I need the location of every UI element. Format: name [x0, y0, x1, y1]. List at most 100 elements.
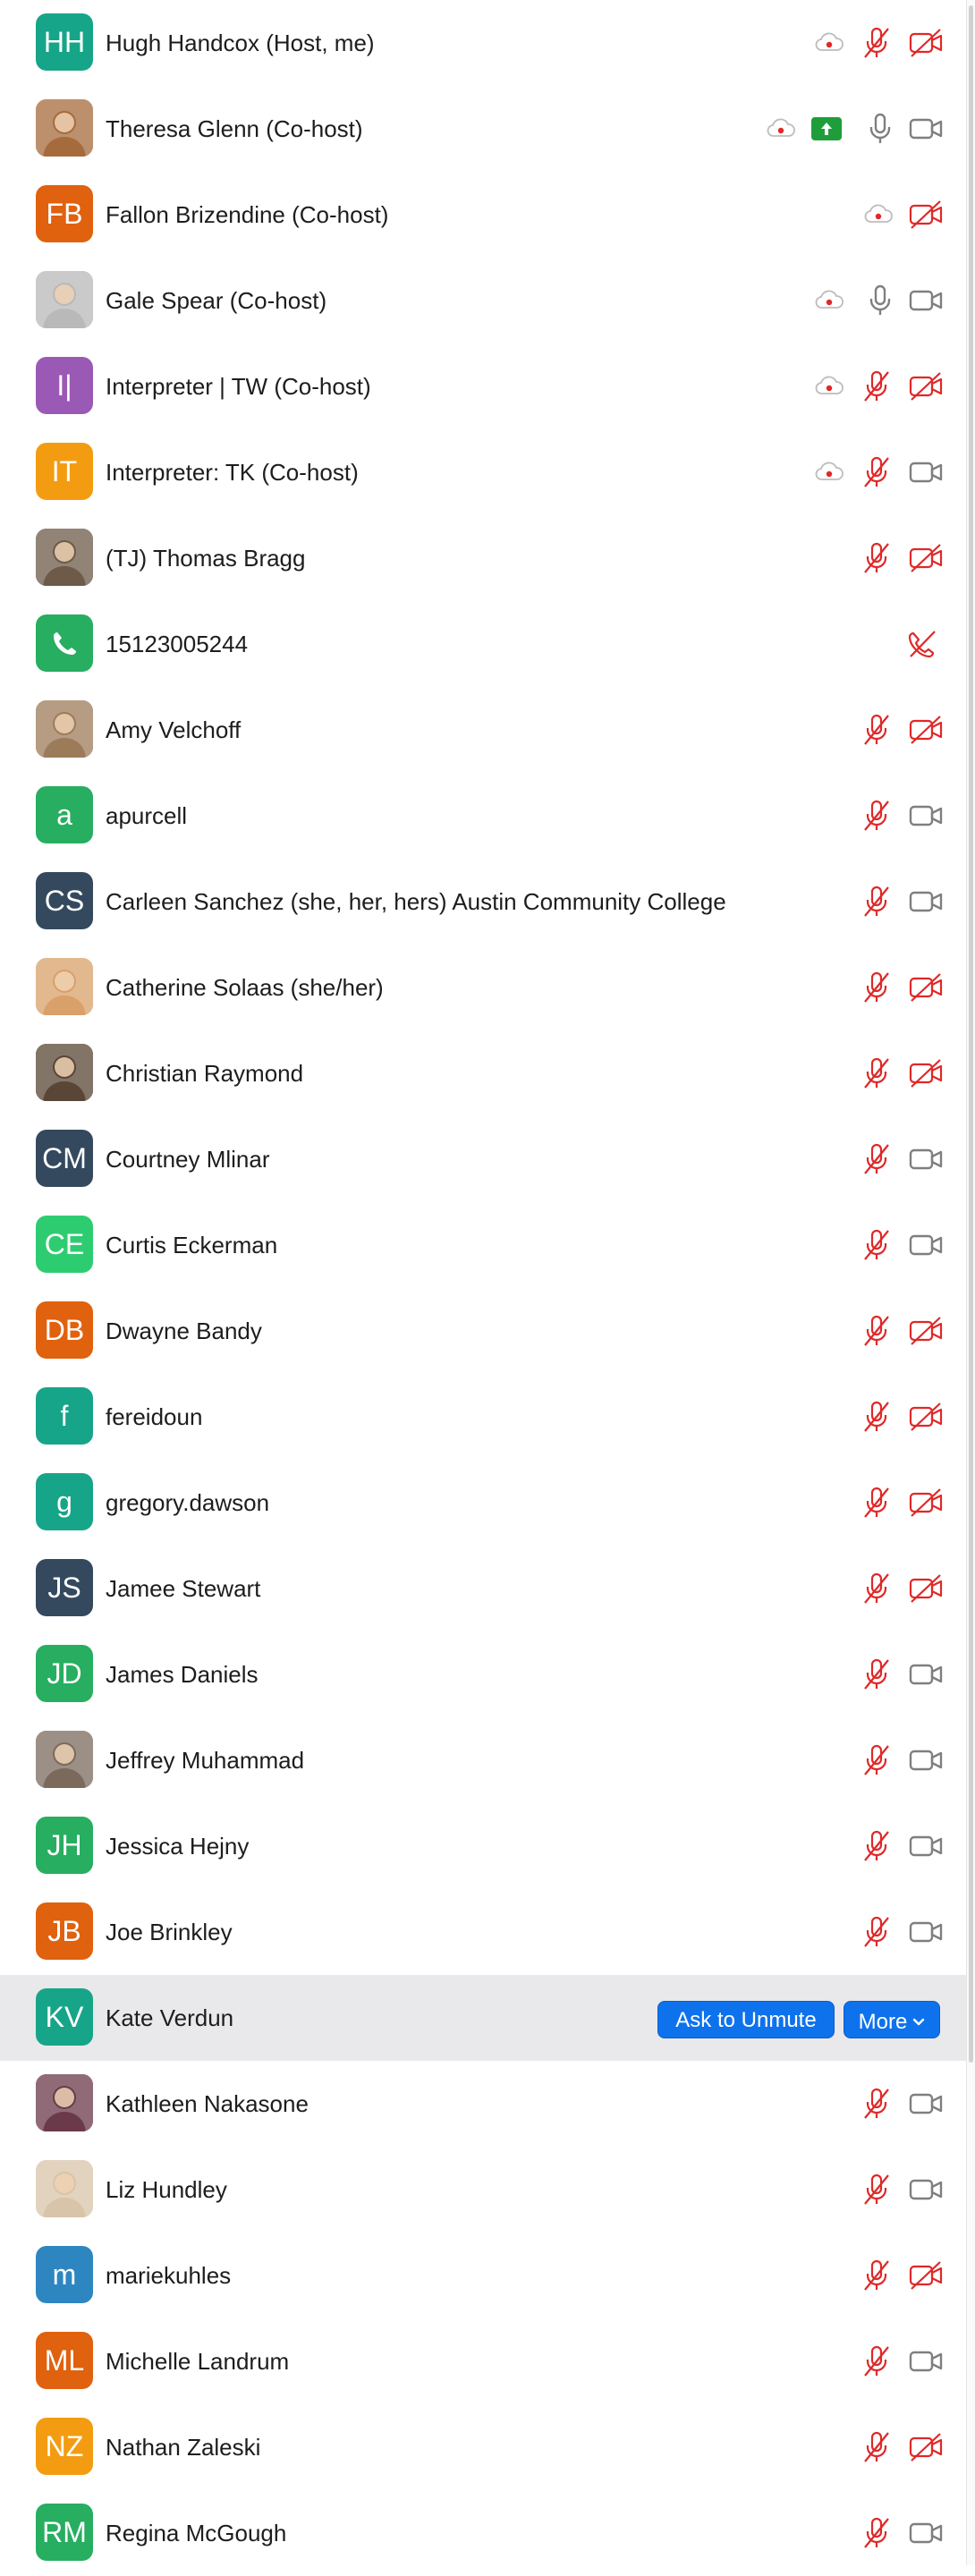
- participant-name: Catherine Solaas (she/her): [106, 974, 384, 1001]
- participant-row[interactable]: Kathleen Nakasone: [0, 2061, 966, 2147]
- participant-row[interactable]: Gale Spear (Co-host): [0, 258, 966, 343]
- video-camera-off-icon[interactable]: [908, 714, 944, 746]
- microphone-muted-icon[interactable]: [861, 1401, 893, 1433]
- video-camera-icon[interactable]: [908, 1916, 944, 1948]
- microphone-muted-icon[interactable]: [861, 542, 893, 574]
- microphone-muted-icon[interactable]: [861, 1916, 893, 1948]
- more-button[interactable]: More: [844, 2001, 940, 2038]
- participant-row[interactable]: JH Jessica Hejny: [0, 1803, 966, 1889]
- participant-row[interactable]: a apurcell: [0, 773, 966, 859]
- participant-row[interactable]: Theresa Glenn (Co-host): [0, 86, 966, 172]
- participant-row[interactable]: CS Carleen Sanchez (she, her, hers) Austi…: [0, 859, 966, 945]
- participant-row[interactable]: g gregory.dawson: [0, 1460, 966, 1546]
- participant-row[interactable]: CE Curtis Eckerman: [0, 1202, 966, 1288]
- video-camera-icon[interactable]: [908, 1143, 944, 1175]
- video-camera-icon[interactable]: [908, 2088, 944, 2120]
- microphone-muted-icon[interactable]: [861, 1830, 893, 1862]
- more-button-label: More: [858, 2010, 908, 2034]
- microphone-muted-icon[interactable]: [861, 1229, 893, 1261]
- video-camera-icon[interactable]: [908, 1658, 944, 1690]
- avatar: CM: [36, 1130, 93, 1187]
- video-camera-off-icon[interactable]: [908, 2431, 944, 2463]
- microphone-muted-icon[interactable]: [861, 886, 893, 918]
- participant-row[interactable]: Liz Hundley: [0, 2147, 966, 2233]
- participant-row[interactable]: ML Michelle Landrum: [0, 2318, 966, 2404]
- video-camera-off-icon[interactable]: [908, 971, 944, 1004]
- participant-row[interactable]: JD James Daniels: [0, 1631, 966, 1717]
- microphone-muted-icon[interactable]: [861, 2431, 893, 2463]
- participant-row[interactable]: IT Interpreter: TK (Co-host): [0, 429, 966, 515]
- participant-row[interactable]: f fereidoun: [0, 1374, 966, 1460]
- microphone-muted-icon[interactable]: [861, 2345, 893, 2377]
- cloud-recording-icon: [766, 113, 796, 145]
- participant-name: 15123005244: [106, 631, 249, 657]
- participant-row[interactable]: I| Interpreter | TW (Co-host): [0, 343, 966, 429]
- participant-row[interactable]: m mariekuhles: [0, 2233, 966, 2318]
- video-camera-off-icon[interactable]: [908, 1572, 944, 1605]
- participant-row[interactable]: NZ Nathan Zaleski: [0, 2404, 966, 2490]
- video-camera-off-icon[interactable]: [908, 1057, 944, 1089]
- video-camera-off-icon[interactable]: [908, 199, 944, 231]
- video-camera-off-icon[interactable]: [908, 1487, 944, 1519]
- avatar: [36, 700, 93, 758]
- video-camera-icon[interactable]: [908, 1229, 944, 1261]
- microphone-muted-icon[interactable]: [861, 456, 893, 488]
- participant-row[interactable]: Christian Raymond: [0, 1030, 966, 1116]
- participant-row[interactable]: JS Jamee Stewart: [0, 1546, 966, 1631]
- video-camera-off-icon[interactable]: [908, 1315, 944, 1347]
- phone-muted-icon[interactable]: [906, 628, 938, 660]
- microphone-muted-icon[interactable]: [861, 1315, 893, 1347]
- microphone-muted-icon[interactable]: [861, 1143, 893, 1175]
- avatar: a: [36, 786, 93, 843]
- participant-row[interactable]: Amy Velchoff: [0, 687, 966, 773]
- video-camera-off-icon[interactable]: [908, 370, 944, 402]
- video-camera-icon[interactable]: [908, 2174, 944, 2206]
- video-camera-icon[interactable]: [908, 1744, 944, 1776]
- microphone-muted-icon[interactable]: [861, 971, 893, 1004]
- participant-row[interactable]: Catherine Solaas (she/her): [0, 945, 966, 1030]
- participant-row[interactable]: (TJ) Thomas Bragg: [0, 515, 966, 601]
- video-camera-off-icon[interactable]: [908, 2259, 944, 2292]
- microphone-muted-icon[interactable]: [861, 2174, 893, 2206]
- microphone-muted-icon[interactable]: [861, 370, 893, 402]
- video-camera-icon[interactable]: [908, 800, 944, 832]
- participant-row[interactable]: JB Joe Brinkley: [0, 1889, 966, 1975]
- microphone-muted-icon[interactable]: [861, 27, 893, 59]
- participant-name: apurcell: [106, 802, 188, 829]
- cloud-recording-icon: [814, 27, 844, 59]
- participant-row[interactable]: DB Dwayne Bandy: [0, 1288, 966, 1374]
- video-camera-icon[interactable]: [908, 886, 944, 918]
- microphone-muted-icon[interactable]: [861, 1744, 893, 1776]
- participant-row[interactable]: KV Kate Verdun Ask to Unmute More: [0, 1975, 966, 2061]
- microphone-muted-icon[interactable]: [861, 2088, 893, 2120]
- ask-to-unmute-button[interactable]: Ask to Unmute: [657, 2001, 835, 2038]
- video-camera-icon[interactable]: [908, 456, 944, 488]
- microphone-muted-icon[interactable]: [861, 2517, 893, 2549]
- microphone-muted-icon[interactable]: [861, 1572, 893, 1605]
- video-camera-icon[interactable]: [908, 2517, 944, 2549]
- video-camera-icon[interactable]: [908, 1830, 944, 1862]
- microphone-muted-icon[interactable]: [861, 1057, 893, 1089]
- video-camera-icon[interactable]: [908, 2345, 944, 2377]
- video-camera-off-icon[interactable]: [908, 542, 944, 574]
- microphone-muted-icon[interactable]: [861, 800, 893, 832]
- participant-row[interactable]: FB Fallon Brizendine (Co-host): [0, 172, 966, 258]
- video-camera-icon[interactable]: [908, 113, 944, 145]
- participant-row[interactable]: HH Hugh Handcox (Host, me): [0, 0, 966, 86]
- scrollbar[interactable]: [966, 0, 975, 2565]
- video-camera-icon[interactable]: [908, 284, 944, 317]
- participant-row[interactable]: 15123005244: [0, 601, 966, 687]
- avatar: JH: [36, 1817, 93, 1874]
- scrollbar-thumb[interactable]: [969, 5, 973, 2063]
- microphone-icon[interactable]: [864, 284, 896, 317]
- participant-row[interactable]: CM Courtney Mlinar: [0, 1116, 966, 1202]
- microphone-icon[interactable]: [864, 113, 896, 145]
- video-camera-off-icon[interactable]: [908, 1401, 944, 1433]
- microphone-muted-icon[interactable]: [861, 1487, 893, 1519]
- participant-row[interactable]: RM Regina McGough: [0, 2490, 966, 2576]
- video-camera-off-icon[interactable]: [908, 27, 944, 59]
- microphone-muted-icon[interactable]: [861, 1658, 893, 1690]
- microphone-muted-icon[interactable]: [861, 2259, 893, 2292]
- microphone-muted-icon[interactable]: [861, 714, 893, 746]
- participant-row[interactable]: Jeffrey Muhammad: [0, 1717, 966, 1803]
